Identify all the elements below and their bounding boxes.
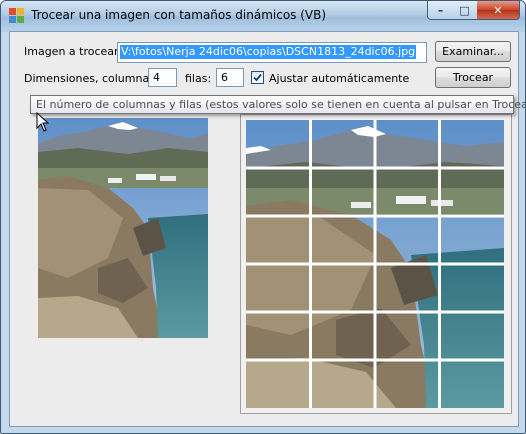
browse-button[interactable]: Examinar... <box>435 41 511 62</box>
split-landscape-photo <box>246 120 504 408</box>
split-preview-panel <box>240 114 512 414</box>
rows-input[interactable]: 6 <box>216 68 244 87</box>
image-path-input[interactable]: V:\fotos\Nerja 24dic06\copias\DSCN1813_2… <box>117 42 427 63</box>
window-title: Trocear una imagen con tamaños dinámicos… <box>31 8 327 22</box>
app-icon <box>9 8 25 24</box>
split-button[interactable]: Trocear <box>435 67 511 88</box>
title-bar[interactable]: Trocear una imagen con tamaños dinámicos… <box>1 1 525 31</box>
rows-label: filas: <box>185 72 212 85</box>
mouse-cursor-icon <box>36 111 50 135</box>
columns-label: Dimensiones, columnas: <box>24 72 159 85</box>
app-window: Trocear una imagen con tamaños dinámicos… <box>0 0 526 434</box>
landscape-photo <box>38 118 208 338</box>
maximize-button[interactable]: □ <box>452 1 478 20</box>
image-path-label: Imagen a trocear: <box>24 45 123 58</box>
auto-adjust-label: Ajustar automáticamente <box>269 72 410 85</box>
image-path-value: V:\fotos\Nerja 24dic06\copias\DSCN1813_2… <box>120 45 417 59</box>
split-image-grid <box>246 120 504 408</box>
minimize-button[interactable]: – <box>427 1 454 20</box>
form-client-area: Imagen a trocear: V:\fotos\Nerja 24dic06… <box>9 31 525 427</box>
close-button[interactable]: ✕ <box>477 1 520 20</box>
auto-adjust-checkbox[interactable] <box>251 71 264 84</box>
columns-input[interactable]: 4 <box>148 68 177 87</box>
tooltip: El número de columnas y filas (estos val… <box>30 95 525 114</box>
checkmark-icon <box>253 73 262 82</box>
original-image-preview <box>38 118 208 338</box>
